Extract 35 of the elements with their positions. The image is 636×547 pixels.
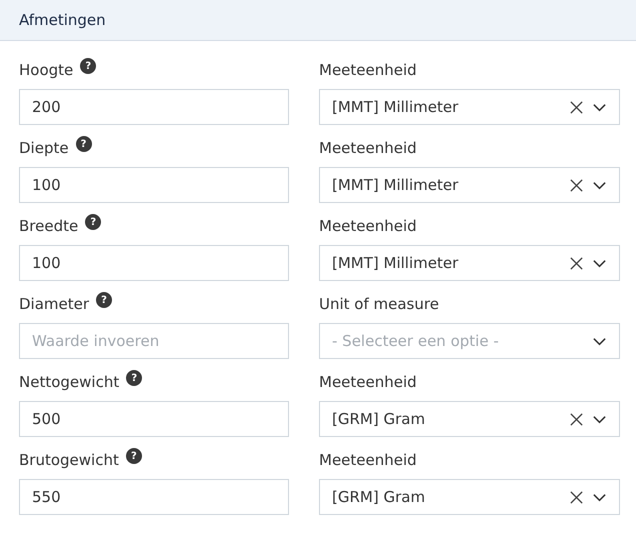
clear-icon[interactable] [569,490,584,504]
field-label: Hoogte [19,61,74,79]
field-label: Meeteenheid [319,61,417,79]
input-field[interactable]: 200 [19,89,289,125]
clear-icon[interactable] [569,256,584,270]
field-label: Nettogewicht [19,373,120,391]
field-label: Diepte [19,139,69,157]
help-icon[interactable]: ? [85,214,102,230]
help-icon[interactable]: ? [76,136,92,152]
help-icon[interactable]: ? [96,292,112,308]
clear-icon[interactable] [569,178,584,192]
field-label: Meeteenheid [319,217,417,235]
help-icon[interactable]: ? [126,370,142,386]
clear-icon[interactable] [569,412,584,426]
field-label: Diameter [19,295,90,313]
input-field[interactable]: 550 [19,479,289,515]
unit-dropdown[interactable]: [MMT] Millimeter [319,245,620,281]
input-field[interactable]: 100 [19,167,289,203]
help-icon[interactable]: ? [80,58,96,74]
field-label: Meeteenheid [319,373,417,391]
unit-dropdown[interactable]: [MMT] Millimeter [319,89,620,125]
input-field[interactable]: 500 [19,401,289,437]
unit-dropdown[interactable]: [GRM] Gram [319,479,620,515]
unit-dropdown[interactable]: [GRM] Gram [319,401,620,437]
field-label: Unit of measure [319,295,439,313]
input-field[interactable]: 100 [19,245,289,281]
field-label: Brutogewicht [19,451,119,469]
field-label: Breedte [19,217,78,235]
clear-icon[interactable] [569,100,584,114]
help-icon[interactable]: ? [126,448,142,464]
field-label: Meeteenheid [319,451,417,469]
section-title: Afmetingen [19,11,106,29]
field-label: Meeteenheid [319,139,417,157]
unit-dropdown[interactable]: [MMT] Millimeter [319,167,620,203]
input-field[interactable]: Waarde invoeren [19,323,289,359]
